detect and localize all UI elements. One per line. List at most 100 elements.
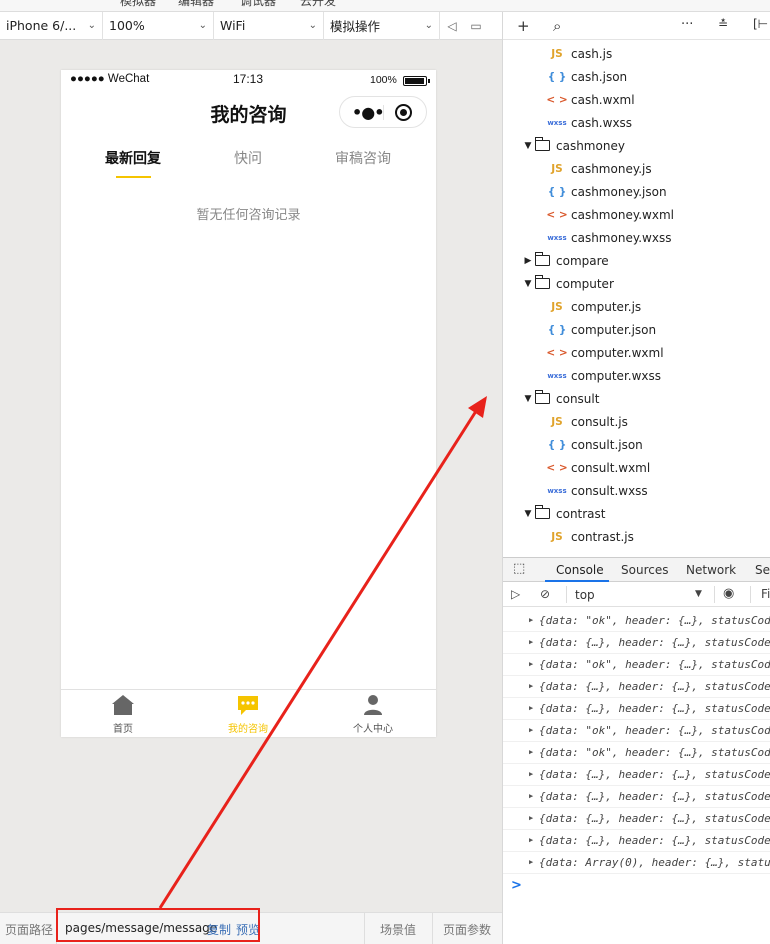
tree-file[interactable]: < > cash.wxml [503, 88, 770, 111]
tab-review-consult[interactable]: 审稿咨询 [318, 148, 408, 168]
page-params-label[interactable]: 页面参数 [443, 921, 491, 938]
menu-capsule: •●• [339, 96, 427, 128]
battery-percent: 100% [370, 74, 397, 86]
divider [364, 913, 365, 944]
tree-folder[interactable]: ▼ consult [503, 387, 770, 410]
tab-network[interactable]: Network [686, 563, 736, 577]
sidebar-toggle-icon[interactable]: ▷ [511, 587, 520, 601]
toolbar-label-debugger[interactable]: 调试器 [240, 0, 276, 9]
tree-file[interactable]: JS consult.js [503, 410, 770, 433]
battery-icon [403, 76, 427, 86]
add-icon[interactable]: + [517, 17, 530, 35]
console-log-line[interactable]: {data: Array(0), header: {…}, statusC [503, 852, 770, 874]
network-select[interactable]: WiFi ⌄ [214, 11, 324, 40]
tree-file[interactable]: JS contrast.js [503, 525, 770, 548]
tab-quick-ask[interactable]: 快问 [203, 148, 293, 168]
filter-input[interactable]: Fi [761, 587, 770, 601]
window-icon[interactable]: ▭ [464, 12, 488, 40]
toolbar-label-editor[interactable]: 编辑器 [178, 0, 214, 9]
tree-file[interactable]: { } computer.json [503, 318, 770, 341]
console-log-line[interactable]: {data: {…}, header: {…}, statusCode [503, 698, 770, 720]
capsule-divider [383, 105, 384, 120]
device-select[interactable]: iPhone 6/... ⌄ [0, 11, 103, 40]
console-log-text: {data: {…}, header: {…}, statusCode [539, 680, 770, 693]
close-miniprogram-icon[interactable] [395, 104, 412, 121]
tabbar-item-profile[interactable]: 个人中心 [323, 694, 423, 735]
more-icon[interactable]: •●• [352, 103, 384, 122]
tree-file[interactable]: < > cashmoney.wxml [503, 203, 770, 226]
network-select-value: WiFi [220, 18, 246, 33]
tab-sources[interactable]: Sources [621, 563, 668, 577]
tree-item-label: consult [556, 391, 600, 406]
tree-file[interactable]: < > computer.wxml [503, 341, 770, 364]
tab-latest-reply[interactable]: 最新回复 [88, 148, 178, 168]
expand-caret-icon[interactable]: ▼ [521, 279, 535, 289]
volume-icon[interactable]: ◁ [440, 12, 464, 40]
tree-file[interactable]: { } cashmoney.json [503, 180, 770, 203]
tree-folder[interactable]: ▼ cashmoney [503, 134, 770, 157]
collapse-icon[interactable]: ≛ [718, 17, 728, 31]
active-devtab-indicator [545, 580, 609, 582]
context-select[interactable]: top [575, 588, 595, 602]
console-log-line[interactable]: {data: "ok", header: {…}, statusCode [503, 654, 770, 676]
chevron-down-icon[interactable]: ▼ [695, 589, 702, 599]
expand-caret-icon[interactable]: ▶ [521, 256, 535, 266]
search-icon[interactable]: ⌕ [553, 17, 561, 35]
tree-folder[interactable]: ▶ compare [503, 249, 770, 272]
tree-file[interactable]: < > consult.wxml [503, 456, 770, 479]
console-log-line[interactable]: {data: {…}, header: {…}, statusCode [503, 632, 770, 654]
battery-tip [428, 79, 430, 83]
console-log-line[interactable]: {data: "ok", header: {…}, statusCode [503, 720, 770, 742]
toolbar-label-simulator[interactable]: 模拟器 [120, 0, 156, 9]
console-log-line[interactable]: {data: {…}, header: {…}, statusCode [503, 808, 770, 830]
tab-console[interactable]: Console [556, 563, 604, 577]
devtools-tabs: ⬚ Console Sources Network Sec [503, 557, 770, 582]
tree-file[interactable]: wxss consult.wxss [503, 479, 770, 502]
tree-file[interactable]: wxss cash.wxss [503, 111, 770, 134]
console-output: {data: "ok", header: {…}, statusCode {dat… [503, 610, 770, 874]
operation-select[interactable]: 模拟操作 ⌄ [324, 11, 440, 40]
console-prompt[interactable]: > [511, 878, 522, 893]
tab-security[interactable]: Sec [755, 563, 770, 577]
console-log-line[interactable]: {data: {…}, header: {…}, statusCode [503, 764, 770, 786]
eye-icon[interactable]: ◉ [723, 586, 734, 601]
console-log-line[interactable]: {data: {…}, header: {…}, statusCode [503, 830, 770, 852]
tree-file[interactable]: wxss computer.wxss [503, 364, 770, 387]
expand-caret-icon[interactable]: ▼ [521, 141, 535, 151]
split-icon[interactable]: [⊢ [753, 17, 768, 31]
console-log-line[interactable]: {data: {…}, header: {…}, statusCode [503, 676, 770, 698]
tree-item-label: cashmoney.wxss [571, 230, 672, 245]
tabbar-item-home[interactable]: 首页 [73, 694, 173, 735]
tree-file[interactable]: { } consult.json [503, 433, 770, 456]
console-log-line[interactable]: {data: {…}, header: {…}, statusCode [503, 786, 770, 808]
tree-folder[interactable]: ▼ computer [503, 272, 770, 295]
tree-file[interactable]: JS cashmoney.js [503, 157, 770, 180]
tree-file[interactable]: JS cash.js [503, 42, 770, 65]
expand-caret-icon[interactable]: ▼ [521, 509, 535, 519]
tree-file[interactable]: JS computer.js [503, 295, 770, 318]
toolbar-label-cloud[interactable]: 云开发 [300, 0, 336, 9]
zoom-select[interactable]: 100% ⌄ [103, 11, 214, 40]
console-log-line[interactable]: {data: "ok", header: {…}, statusCode [503, 610, 770, 632]
more-icon[interactable]: ··· [681, 17, 693, 32]
divider [750, 586, 751, 603]
clear-console-icon[interactable]: ⊘ [540, 587, 550, 601]
divider [432, 913, 433, 944]
bottom-tabbar: 首页 我的咨询 个人中心 [61, 689, 436, 737]
tabbar-item-consult[interactable]: 我的咨询 [198, 694, 298, 735]
json-file-icon: { } [547, 438, 567, 451]
tree-folder[interactable]: ▼ contrast [503, 502, 770, 525]
expand-caret-icon[interactable]: ▼ [521, 394, 535, 404]
tabbar-label-consult: 我的咨询 [228, 724, 268, 735]
right-panel: + ⌕ ··· ≛ [⊢ JS cash.js{ } cash.json < > cas… [502, 12, 770, 944]
tree-item-label: computer.wxss [571, 368, 662, 383]
js-file-icon: JS [551, 162, 563, 175]
tree-file[interactable]: wxss cashmoney.wxss [503, 226, 770, 249]
console-log-line[interactable]: {data: "ok", header: {…}, statusCode [503, 742, 770, 764]
phone-screen: ●●●●● WeChat 17:13 100% 我的咨询 •●• 最新回复 快问… [61, 70, 436, 737]
chevron-down-icon: ⌄ [198, 20, 207, 31]
scene-value-label[interactable]: 场景值 [380, 921, 416, 938]
inspect-icon[interactable]: ⬚ [513, 561, 525, 576]
tree-file[interactable]: { } cash.json [503, 65, 770, 88]
divider [714, 586, 715, 603]
